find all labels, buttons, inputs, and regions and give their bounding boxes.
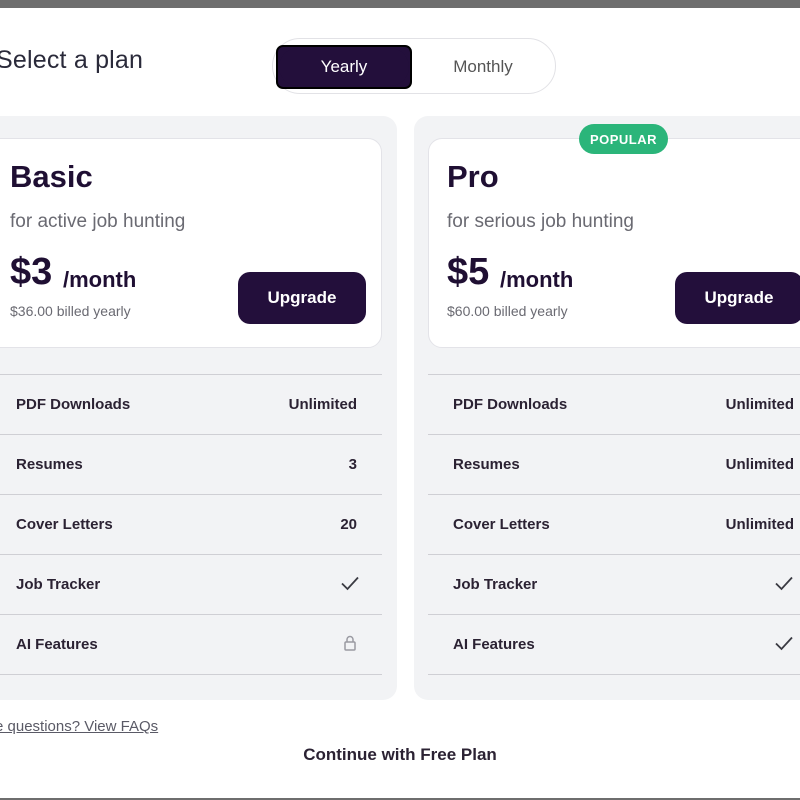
plan-subtitle: for serious job hunting xyxy=(447,211,634,232)
basic-upgrade-button[interactable]: Upgrade xyxy=(238,272,366,324)
feature-value: 20 xyxy=(340,516,357,533)
page-title: Select a plan xyxy=(0,46,144,74)
feature-name: PDF Downloads xyxy=(16,396,131,413)
feature-name: Job Tracker xyxy=(453,576,538,593)
check-icon xyxy=(775,636,793,651)
lock-icon xyxy=(344,635,356,651)
feature-row: Cover Letters 20 xyxy=(0,494,382,554)
popular-badge: POPULAR xyxy=(579,124,668,154)
plan-modal: Select a plan Yearly Monthly Basic for a… xyxy=(0,8,800,798)
feature-value: Unlimited xyxy=(288,396,357,413)
pro-feature-list: PDF Downloads Unlimited Resumes Unlimite… xyxy=(428,374,800,675)
feature-row: Resumes Unlimited xyxy=(428,434,800,494)
check-icon xyxy=(775,576,793,591)
feature-row: Job Tracker xyxy=(428,554,800,614)
feature-name: PDF Downloads xyxy=(453,396,568,413)
plan-name: Pro xyxy=(447,159,499,194)
feature-value: Unlimited xyxy=(725,516,794,533)
basic-feature-list: PDF Downloads Unlimited Resumes 3 Cover … xyxy=(0,374,382,675)
feature-row: PDF Downloads Unlimited xyxy=(428,374,800,434)
check-icon xyxy=(341,576,359,591)
plan-period: /month xyxy=(500,267,574,292)
feature-row: AI Features xyxy=(0,614,382,675)
toggle-monthly[interactable]: Monthly xyxy=(416,46,550,88)
pro-upgrade-button[interactable]: Upgrade xyxy=(675,272,800,324)
plan-billed: $60.00 billed yearly xyxy=(447,303,568,319)
feature-name: Cover Letters xyxy=(16,516,113,533)
plan-name: Basic xyxy=(10,159,93,194)
toggle-yearly[interactable]: Yearly xyxy=(276,45,412,89)
plan-billed: $36.00 billed yearly xyxy=(10,303,131,319)
plan-period: /month xyxy=(63,267,137,292)
plan-price: $5 xyxy=(447,251,490,293)
feature-row: Cover Letters Unlimited xyxy=(428,494,800,554)
backdrop-top xyxy=(0,0,800,8)
billing-toggle: Yearly Monthly xyxy=(272,38,556,94)
toggle-monthly-label: Monthly xyxy=(453,57,513,76)
basic-price-card: Basic for active job hunting $3 /month $… xyxy=(0,138,382,348)
plan-price: $3 xyxy=(10,251,53,293)
feature-name: AI Features xyxy=(453,636,535,653)
feature-value: Unlimited xyxy=(725,396,794,413)
feature-row: Job Tracker xyxy=(0,554,382,614)
faq-link[interactable]: re questions? View FAQs xyxy=(0,718,158,735)
feature-value: 3 xyxy=(348,456,357,473)
feature-name: Resumes xyxy=(16,456,83,473)
feature-name: AI Features xyxy=(16,636,98,653)
feature-name: Resumes xyxy=(453,456,520,473)
feature-row: Resumes 3 xyxy=(0,434,382,494)
feature-name: Cover Letters xyxy=(453,516,550,533)
pro-price-card: Pro for serious job hunting $5 /month $6… xyxy=(428,138,800,348)
plan-subtitle: for active job hunting xyxy=(10,211,186,232)
feature-row: AI Features xyxy=(428,614,800,675)
toggle-yearly-label: Yearly xyxy=(320,57,368,76)
feature-value: Unlimited xyxy=(725,456,794,473)
feature-row: PDF Downloads Unlimited xyxy=(0,374,382,434)
free-plan-link[interactable]: Continue with Free Plan xyxy=(0,745,800,765)
feature-name: Job Tracker xyxy=(16,576,101,593)
